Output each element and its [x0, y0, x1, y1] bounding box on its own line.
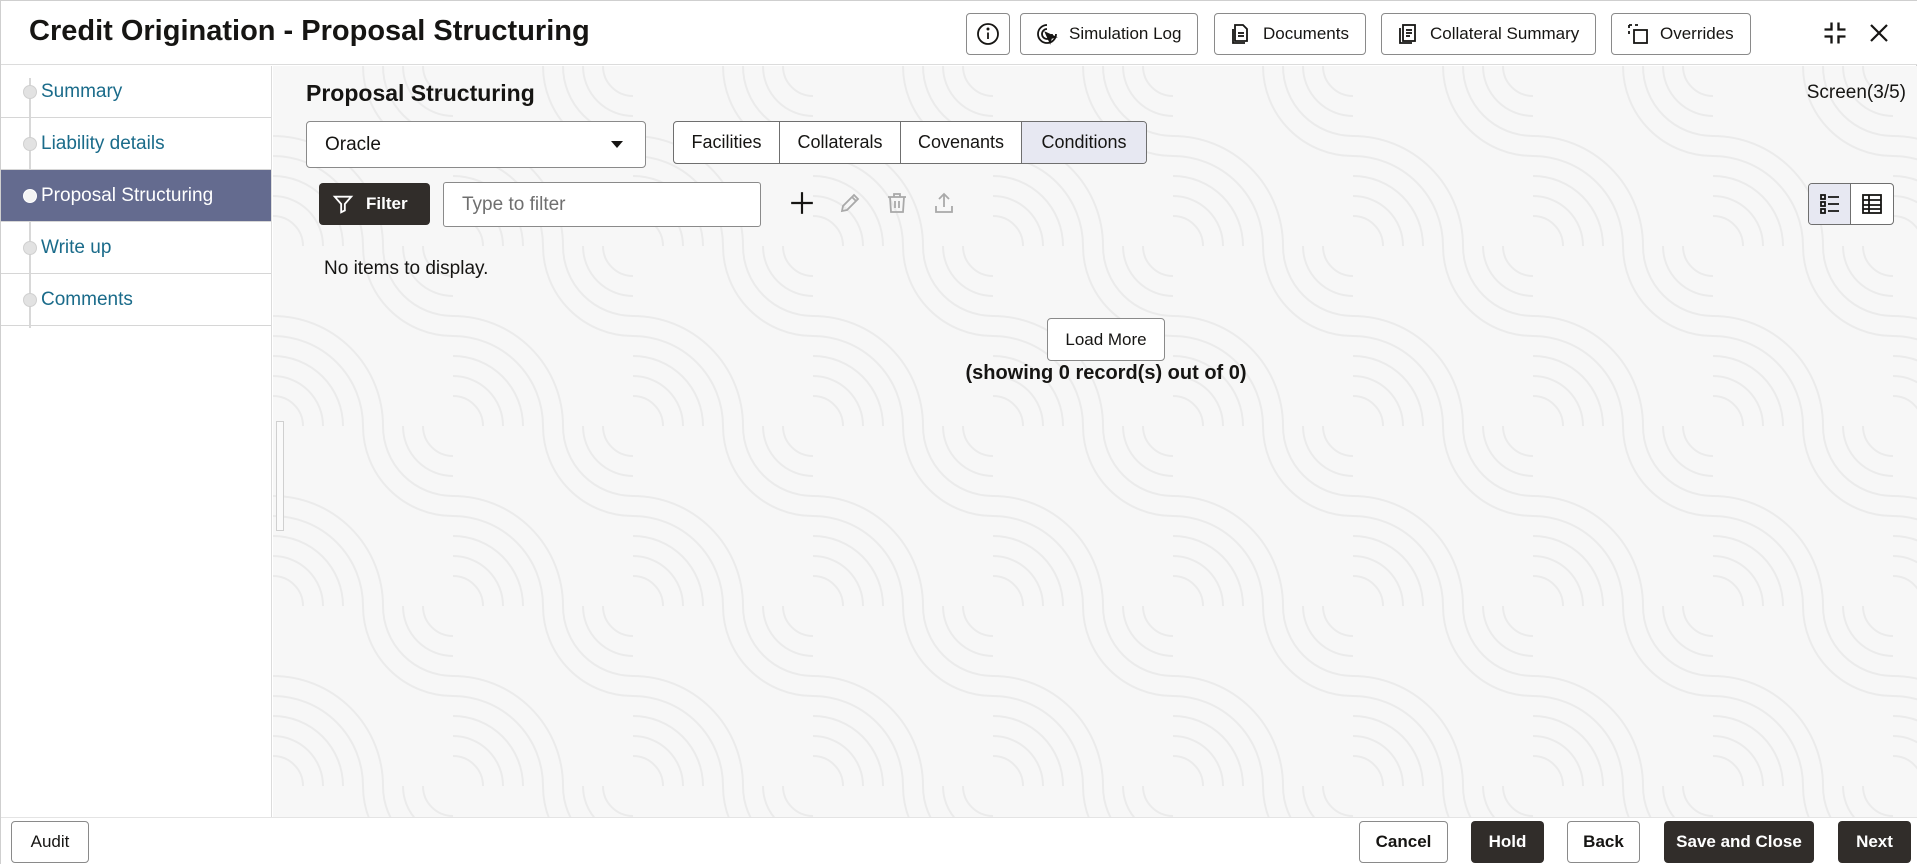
collateral-summary-icon	[1399, 24, 1416, 44]
back-button[interactable]: Back	[1567, 821, 1640, 863]
overrides-icon	[1628, 24, 1648, 44]
footer: Audit Cancel Hold Back Save and Close Ne…	[1, 817, 1917, 864]
app-title: Credit Origination - Proposal Structurin…	[29, 15, 590, 47]
table-view-icon	[1862, 194, 1882, 214]
hold-button[interactable]: Hold	[1471, 821, 1544, 863]
screen-counter: Screen(3/5)	[1806, 82, 1906, 103]
step-dot	[23, 85, 37, 99]
sidebar-item-comments[interactable]: Comments	[1, 274, 271, 326]
list-view-icon	[1819, 194, 1839, 214]
upload-icon	[935, 192, 953, 213]
empty-state-text: No items to display.	[324, 258, 489, 279]
collateral-summary-label: Collateral Summary	[1430, 24, 1580, 43]
delete-button[interactable]	[880, 186, 914, 220]
info-icon	[977, 23, 999, 45]
sidebar-item-label: Comments	[41, 288, 133, 310]
load-more-button[interactable]: Load More	[1047, 318, 1165, 361]
sidebar-item-label: Liability details	[41, 132, 165, 154]
documents-icon	[1232, 24, 1248, 44]
info-button[interactable]	[966, 13, 1010, 55]
table-view-button[interactable]	[1851, 184, 1893, 224]
sidebar-item-label: Write up	[41, 236, 112, 258]
list-view-button[interactable]	[1809, 184, 1851, 224]
filter-icon	[332, 195, 354, 214]
main-content: Proposal Structuring Screen(3/5) Oracle …	[273, 66, 1917, 817]
record-count: (showing 0 record(s) out of 0)	[965, 362, 1247, 384]
close-button[interactable]	[1863, 17, 1895, 49]
panel-splitter[interactable]	[276, 421, 284, 531]
audit-button[interactable]: Audit	[11, 821, 89, 863]
sidebar-item-write-up[interactable]: Write up	[1, 222, 271, 274]
edit-button[interactable]	[833, 186, 867, 220]
upload-button[interactable]	[927, 186, 961, 220]
sidebar-item-label: Summary	[41, 80, 123, 102]
tab-facilities[interactable]: Facilities	[674, 122, 780, 163]
sidebar-item-label: Proposal Structuring	[41, 184, 214, 206]
pencil-icon	[840, 193, 860, 213]
sidebar-item-liability-details[interactable]: Liability details	[1, 118, 271, 170]
filter-input[interactable]	[443, 182, 761, 227]
close-icon	[1870, 24, 1888, 42]
app-window: Credit Origination - Proposal Structurin…	[0, 0, 1917, 864]
simulation-log-icon	[1037, 24, 1058, 45]
trash-icon	[888, 193, 906, 213]
save-and-close-button[interactable]: Save and Close	[1664, 821, 1814, 863]
next-button[interactable]: Next	[1838, 821, 1911, 863]
background-pattern	[273, 66, 1917, 817]
header: Credit Origination - Proposal Structurin…	[1, 1, 1917, 65]
overrides-label: Overrides	[1660, 24, 1734, 43]
step-dot	[23, 241, 37, 255]
sidebar-item-summary[interactable]: Summary	[1, 66, 271, 118]
chevron-down-icon	[611, 141, 623, 148]
simulation-log-button[interactable]: Simulation Log	[1020, 13, 1199, 55]
step-dot	[23, 293, 37, 307]
cancel-button[interactable]: Cancel	[1359, 821, 1448, 863]
tab-covenants[interactable]: Covenants	[901, 122, 1022, 163]
section-tabs: Facilities Collaterals Covenants Conditi…	[673, 121, 1147, 164]
collapse-button[interactable]	[1819, 17, 1851, 49]
entity-select-value: Oracle	[325, 133, 381, 155]
step-dot	[23, 189, 37, 203]
filter-label: Filter	[366, 194, 408, 213]
sidebar-item-proposal-structuring[interactable]: Proposal Structuring	[1, 170, 271, 222]
tab-collaterals[interactable]: Collaterals	[780, 122, 901, 163]
collapse-icon	[1824, 22, 1846, 44]
view-toggle	[1808, 183, 1894, 225]
documents-button[interactable]: Documents	[1214, 13, 1366, 55]
sidebar: Summary Liability details Proposal Struc…	[1, 66, 272, 817]
step-dot	[23, 137, 37, 151]
collateral-summary-button[interactable]: Collateral Summary	[1381, 13, 1597, 55]
add-button[interactable]	[785, 186, 819, 220]
page-title: Proposal Structuring	[306, 80, 535, 106]
tab-conditions[interactable]: Conditions	[1022, 122, 1146, 163]
plus-icon	[791, 192, 813, 214]
documents-label: Documents	[1263, 24, 1349, 43]
entity-select[interactable]: Oracle	[306, 121, 646, 168]
simulation-log-label: Simulation Log	[1069, 24, 1182, 43]
filter-button[interactable]: Filter	[319, 183, 430, 225]
overrides-button[interactable]: Overrides	[1611, 13, 1751, 55]
